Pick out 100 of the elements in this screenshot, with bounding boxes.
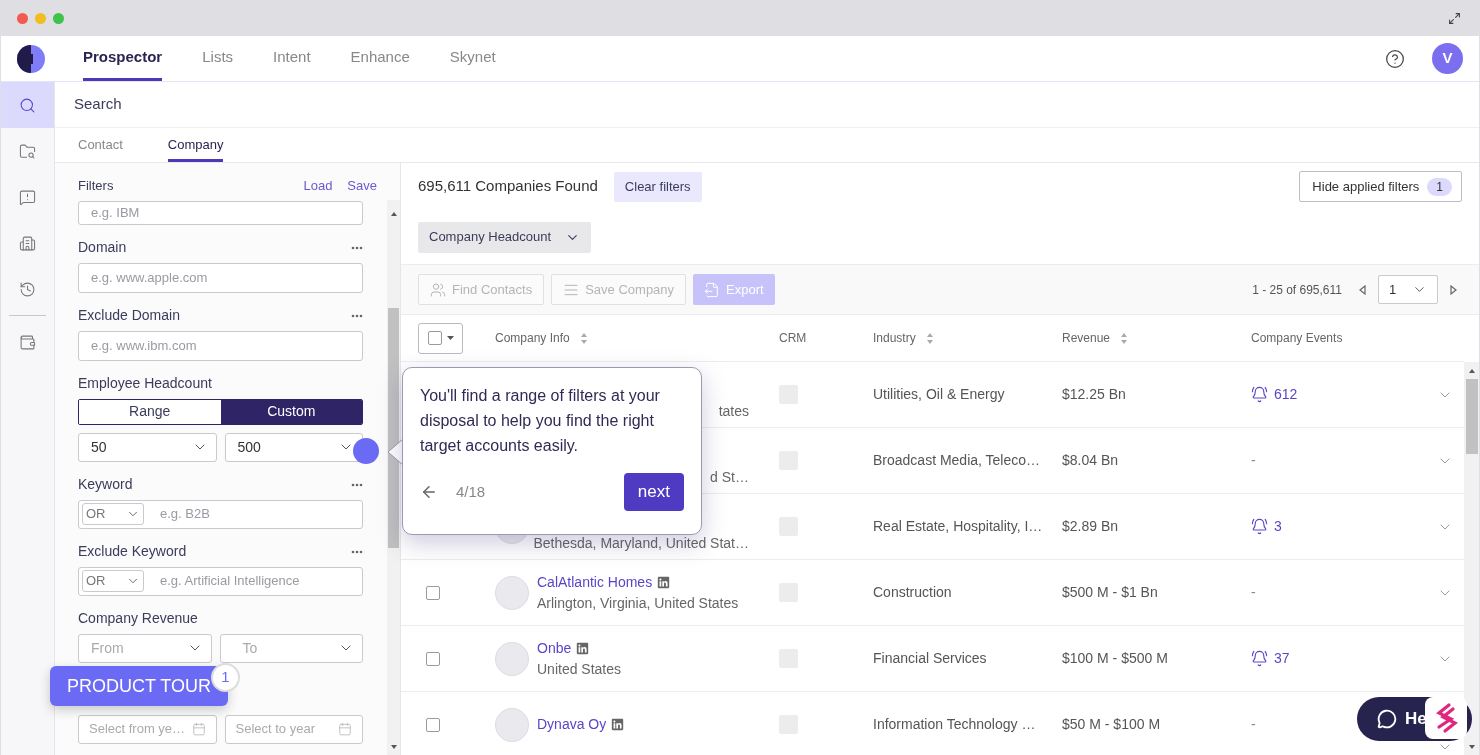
column-header[interactable]: Company Info bbox=[495, 329, 570, 347]
calendar-icon bbox=[191, 722, 206, 736]
scroll-up-icon[interactable] bbox=[389, 210, 398, 218]
select-field[interactable]: 500 bbox=[224, 432, 363, 462]
filter-label: Exclude Keyword bbox=[78, 542, 187, 561]
next-button[interactable]: next bbox=[623, 473, 684, 511]
export-file-icon bbox=[704, 281, 721, 298]
filter-action-link[interactable]: Save bbox=[347, 175, 377, 196]
count-badge: 1 bbox=[1427, 177, 1452, 196]
text-input[interactable]: e.g. IBM bbox=[78, 200, 363, 225]
brand-logo-icon[interactable] bbox=[1425, 697, 1467, 739]
user-avatar[interactable]: V bbox=[1432, 43, 1463, 74]
sidebar-item[interactable] bbox=[1, 82, 54, 128]
events-count[interactable]: 612 bbox=[1274, 384, 1298, 405]
select-field[interactable]: 50 bbox=[78, 432, 217, 462]
scrollbar[interactable] bbox=[387, 200, 400, 755]
more-icon[interactable] bbox=[351, 482, 363, 487]
people-icon bbox=[430, 281, 446, 298]
column-header[interactable]: Industry bbox=[873, 329, 916, 347]
nav-tab[interactable]: Intent bbox=[273, 36, 311, 81]
filter-label: Exclude Domain bbox=[78, 306, 180, 325]
industry-cell-text: Financial Services bbox=[873, 649, 988, 668]
caret-icon[interactable] bbox=[446, 336, 454, 340]
message-alert-icon bbox=[19, 188, 36, 206]
nav-tab[interactable]: Prospector bbox=[83, 36, 163, 81]
industry-cell-text: Utilities, Oil & Energy bbox=[873, 385, 1006, 404]
text-input[interactable]: e.g. www.ibm.com bbox=[78, 330, 363, 361]
operator-select[interactable]: OR bbox=[82, 503, 144, 525]
column-header[interactable]: Revenue bbox=[1062, 329, 1111, 347]
revenue-cell-text: $12.25 Bn bbox=[1062, 385, 1127, 404]
events-count[interactable]: 3 bbox=[1274, 516, 1282, 537]
company-link[interactable]: Dynava Oy bbox=[537, 714, 607, 735]
more-icon[interactable] bbox=[351, 313, 363, 318]
scroll-up-icon[interactable] bbox=[1467, 367, 1476, 375]
events-count[interactable]: 37 bbox=[1274, 648, 1290, 669]
filter-label: Company Revenue bbox=[78, 609, 198, 628]
previous-page-icon[interactable] bbox=[1359, 284, 1366, 295]
page-select[interactable]: 1 bbox=[1378, 275, 1438, 304]
operator-select[interactable]: OR bbox=[82, 570, 144, 592]
company-location: Arlington, Virginia, United States bbox=[537, 593, 739, 613]
scroll-down-icon[interactable] bbox=[1467, 743, 1476, 751]
checkbox[interactable] bbox=[427, 331, 442, 345]
events-count: - bbox=[1251, 583, 1256, 602]
sort-icon[interactable] bbox=[1120, 331, 1129, 345]
app-logo-icon[interactable] bbox=[17, 44, 45, 73]
events-count: - bbox=[1251, 451, 1256, 470]
nav-tab[interactable]: Lists bbox=[202, 36, 234, 81]
hide-filters-button[interactable]: Hide applied filters 1 bbox=[1299, 171, 1462, 202]
segment-tab[interactable]: Custom bbox=[220, 399, 362, 424]
wallet-icon bbox=[19, 333, 36, 351]
events-count: - bbox=[1251, 715, 1256, 734]
linkedin-icon[interactable] bbox=[576, 641, 590, 655]
keyword-field[interactable]: OR e.g. B2B bbox=[78, 499, 363, 529]
linkedin-icon[interactable] bbox=[611, 718, 625, 731]
chat-bubble-icon bbox=[1377, 709, 1397, 729]
tour-step: 4/18 bbox=[456, 480, 486, 504]
industry-cell-text: Broadcast Media, Teleco… bbox=[873, 451, 1042, 470]
industry-cell-text: Real Estate, Hospitality, I… bbox=[873, 517, 1044, 536]
filter-label: Keyword bbox=[78, 475, 133, 494]
keyword-field[interactable]: OR e.g. Artificial Intelligence bbox=[78, 566, 363, 596]
nav-tab[interactable]: Enhance bbox=[350, 36, 410, 81]
filters-title: Filters bbox=[78, 176, 114, 195]
checkbox[interactable] bbox=[426, 585, 440, 600]
company-location: Bethesda, Maryland, United Stat… bbox=[533, 534, 749, 553]
filter-action-link[interactable]: Load bbox=[303, 175, 333, 196]
revenue-cell-text: $50 M - $100 M bbox=[1062, 715, 1162, 734]
scrollbar[interactable] bbox=[1464, 362, 1479, 755]
segment-tab[interactable]: Range bbox=[79, 399, 221, 424]
revenue-cell-text: $2.89 Bn bbox=[1062, 517, 1120, 536]
scroll-down-icon[interactable] bbox=[389, 743, 398, 751]
search-icon bbox=[19, 96, 36, 114]
sort-icon[interactable] bbox=[925, 331, 934, 345]
folder-search-icon bbox=[19, 142, 36, 160]
zoom-window-icon[interactable] bbox=[53, 12, 64, 24]
linkedin-icon[interactable] bbox=[657, 575, 671, 589]
fullscreen-icon[interactable] bbox=[1448, 11, 1461, 25]
close-window-icon[interactable] bbox=[17, 12, 28, 24]
scrollbar-thumb[interactable] bbox=[1465, 379, 1478, 454]
subtab[interactable]: Contact bbox=[78, 134, 123, 162]
results-count: 695,611 Companies Found bbox=[418, 176, 598, 197]
more-icon[interactable] bbox=[351, 245, 363, 250]
clear-filters-button[interactable]: Clear filters bbox=[613, 171, 702, 202]
next-page-icon[interactable] bbox=[1450, 284, 1457, 295]
revenue-cell-text: $500 M - $1 Bn bbox=[1062, 583, 1159, 602]
sort-icon[interactable] bbox=[579, 331, 588, 345]
revenue-cell-text: $8.04 Bn bbox=[1062, 451, 1120, 470]
scrollbar-thumb[interactable] bbox=[388, 308, 399, 548]
filter-label: Domain bbox=[78, 238, 127, 257]
company-link[interactable]: CalAtlantic Homes bbox=[537, 571, 653, 593]
more-icon[interactable] bbox=[351, 549, 363, 554]
checkbox[interactable] bbox=[426, 651, 440, 666]
company-link[interactable]: Onbe bbox=[537, 637, 572, 659]
help-icon[interactable] bbox=[1385, 48, 1405, 69]
checkbox[interactable] bbox=[426, 717, 440, 732]
revenue-cell-text: $100 M - $500 M bbox=[1062, 649, 1169, 668]
filter-chip-dropdown[interactable]: Company Headcount bbox=[418, 221, 592, 253]
history-icon bbox=[19, 280, 36, 298]
nav-tab[interactable]: Skynet bbox=[449, 36, 496, 81]
calendar-icon bbox=[338, 722, 352, 736]
text-input[interactable]: e.g. www.apple.com bbox=[78, 262, 363, 293]
